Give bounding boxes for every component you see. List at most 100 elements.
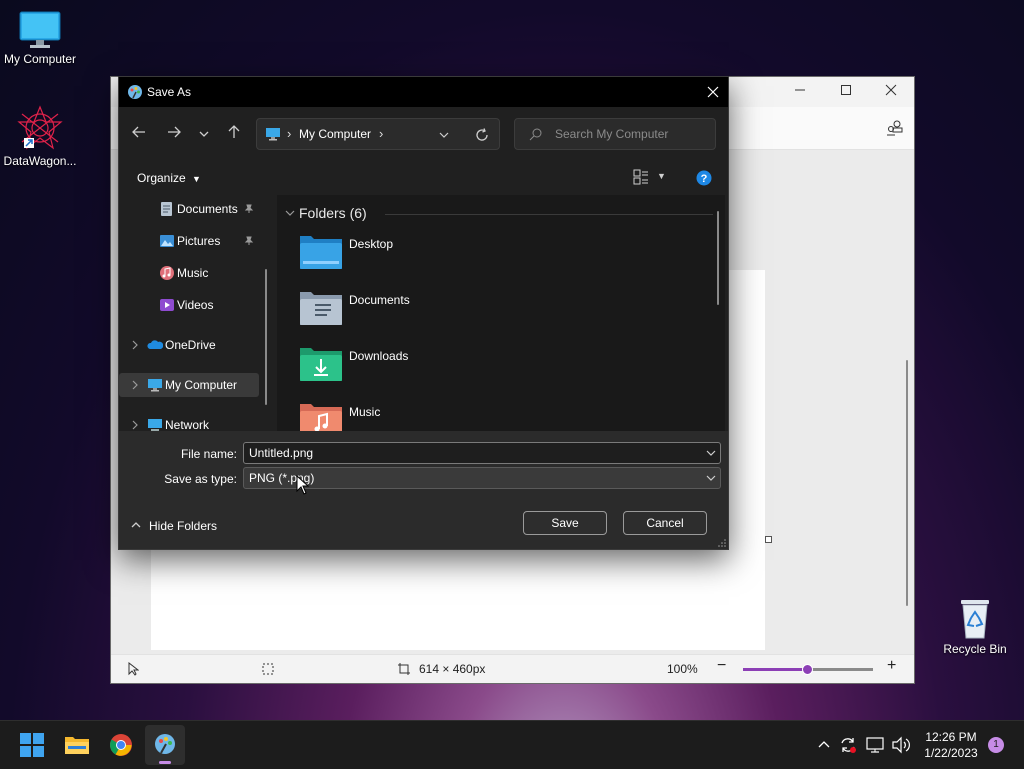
- folder-item-documents[interactable]: Documents: [299, 287, 599, 337]
- videos-icon: [160, 299, 174, 311]
- save-options-panel: File name: Untitled.png Save as type: PN…: [119, 431, 728, 549]
- zoom-level-text: 100%: [667, 662, 698, 676]
- folder-item-music[interactable]: Music: [299, 399, 599, 431]
- group-divider: [385, 214, 713, 215]
- clock[interactable]: 12:26 PM 1/22/2023: [916, 729, 986, 761]
- sidebar-item-label: OneDrive: [165, 338, 216, 352]
- notification-badge[interactable]: 1: [988, 737, 1004, 753]
- pin-icon: [244, 204, 254, 213]
- taskbar-paint[interactable]: [145, 725, 185, 765]
- chevron-right-icon[interactable]: [131, 420, 139, 430]
- sidebar-item-onedrive[interactable]: OneDrive: [119, 333, 259, 357]
- help-icon[interactable]: ?: [696, 170, 712, 186]
- breadcrumb-item[interactable]: My Computer: [299, 127, 371, 141]
- svg-text:?: ?: [701, 173, 708, 185]
- folder-name: Music: [349, 405, 381, 419]
- file-name-field[interactable]: Untitled.png: [243, 442, 721, 464]
- sidebar-item-music[interactable]: Music: [119, 261, 259, 285]
- documents-folder-icon: [300, 292, 342, 325]
- organize-button[interactable]: Organize ▼: [137, 171, 201, 185]
- zoom-slider-thumb[interactable]: [802, 664, 813, 675]
- chevron-down-icon[interactable]: [706, 448, 716, 458]
- network-icon: [148, 419, 162, 431]
- chevron-down-icon: ▼: [657, 171, 666, 181]
- refresh-icon[interactable]: [475, 128, 489, 142]
- chevron-right-icon[interactable]: [131, 340, 139, 350]
- resize-grip-icon[interactable]: [718, 539, 726, 547]
- windows-icon: [20, 733, 44, 757]
- close-icon: [885, 84, 897, 96]
- desktop-icon-my-computer[interactable]: My Computer: [0, 10, 80, 66]
- clock-date: 1/22/2023: [924, 746, 978, 760]
- hide-folders-label: Hide Folders: [149, 519, 218, 533]
- network-status-icon[interactable]: [866, 736, 884, 754]
- chevron-down-icon: [285, 210, 295, 216]
- save-type-select[interactable]: PNG (*.png): [243, 467, 721, 489]
- onedrive-icon: [147, 340, 163, 349]
- search-input[interactable]: Search My Computer: [555, 127, 668, 141]
- view-options-button[interactable]: ▼: [633, 169, 669, 187]
- save-as-dialog: Save As › My Computer › Search My Comput…: [118, 76, 729, 550]
- forward-button[interactable]: [162, 125, 186, 145]
- breadcrumb-separator[interactable]: ›: [379, 126, 383, 141]
- navigation-pane-scrollbar[interactable]: [265, 269, 267, 405]
- search-icon: [529, 128, 542, 141]
- canvas-resize-handle[interactable]: [765, 536, 772, 543]
- chevron-down-icon[interactable]: [439, 130, 449, 140]
- people-icon[interactable]: [886, 119, 904, 137]
- zoom-slider-fill: [743, 668, 808, 671]
- address-bar[interactable]: › My Computer ›: [256, 118, 500, 150]
- sync-icon[interactable]: [839, 736, 857, 754]
- group-header[interactable]: Folders (6): [285, 203, 715, 223]
- sidebar-item-videos[interactable]: Videos: [119, 293, 259, 317]
- group-header-label: Folders (6): [299, 205, 367, 221]
- cursor-position-icon: [128, 662, 139, 676]
- zoom-out-button[interactable]: −: [717, 657, 726, 675]
- chevron-up-icon[interactable]: [818, 739, 830, 751]
- dialog-title: Save As: [147, 85, 192, 99]
- up-button[interactable]: [222, 125, 246, 145]
- recent-locations-button[interactable]: [192, 125, 216, 145]
- chevron-up-icon: [131, 522, 141, 528]
- folder-item-desktop[interactable]: Desktop: [299, 231, 599, 281]
- close-icon[interactable]: [707, 86, 719, 98]
- file-list-scrollbar[interactable]: [717, 211, 719, 305]
- close-button[interactable]: [868, 77, 914, 107]
- folder-name: Downloads: [349, 349, 409, 363]
- downloads-folder-icon: [300, 348, 342, 381]
- save-button[interactable]: Save: [523, 511, 607, 535]
- sidebar-item-documents[interactable]: Documents: [119, 197, 259, 221]
- chevron-down-icon: ▼: [192, 174, 201, 184]
- folder-icon: [65, 737, 89, 754]
- music-folder-icon: [300, 404, 342, 431]
- recycle-bin-icon: [961, 600, 989, 639]
- desktop-icon-recycle-bin[interactable]: Recycle Bin: [935, 596, 1015, 656]
- cancel-button[interactable]: Cancel: [623, 511, 707, 535]
- folder-item-downloads[interactable]: Downloads: [299, 343, 599, 393]
- zoom-slider[interactable]: [743, 664, 873, 675]
- selection-size-icon: [262, 663, 274, 675]
- paint-scrollbar[interactable]: [906, 360, 908, 606]
- desktop-icon-datawagon[interactable]: DataWagon...: [0, 104, 80, 168]
- taskbar-file-explorer[interactable]: [57, 725, 97, 765]
- minimize-button[interactable]: [777, 77, 823, 107]
- file-name-label: File name:: [180, 447, 237, 461]
- sidebar-item-my-computer[interactable]: My Computer: [119, 373, 259, 397]
- documents-icon: [161, 202, 172, 216]
- taskbar-chrome[interactable]: [101, 725, 141, 765]
- zoom-in-button[interactable]: +: [887, 657, 896, 675]
- volume-icon[interactable]: [891, 736, 911, 754]
- start-button[interactable]: [12, 725, 52, 765]
- chevron-right-icon[interactable]: [131, 380, 139, 390]
- clock-time: 12:26 PM: [925, 730, 977, 744]
- sidebar-item-label: Videos: [177, 298, 214, 312]
- sidebar-item-network[interactable]: Network: [119, 413, 259, 431]
- desktop-icon-label: Recycle Bin: [943, 642, 1007, 656]
- maximize-button[interactable]: [823, 77, 869, 107]
- navigation-pane: Documents Pictures Music Videos OneDrive My C…: [119, 195, 275, 431]
- back-button[interactable]: [127, 125, 151, 145]
- mouse-cursor-icon: [296, 475, 310, 495]
- search-box[interactable]: Search My Computer: [514, 118, 716, 150]
- sidebar-item-pictures[interactable]: Pictures: [119, 229, 259, 253]
- monitor-icon: [19, 11, 61, 48]
